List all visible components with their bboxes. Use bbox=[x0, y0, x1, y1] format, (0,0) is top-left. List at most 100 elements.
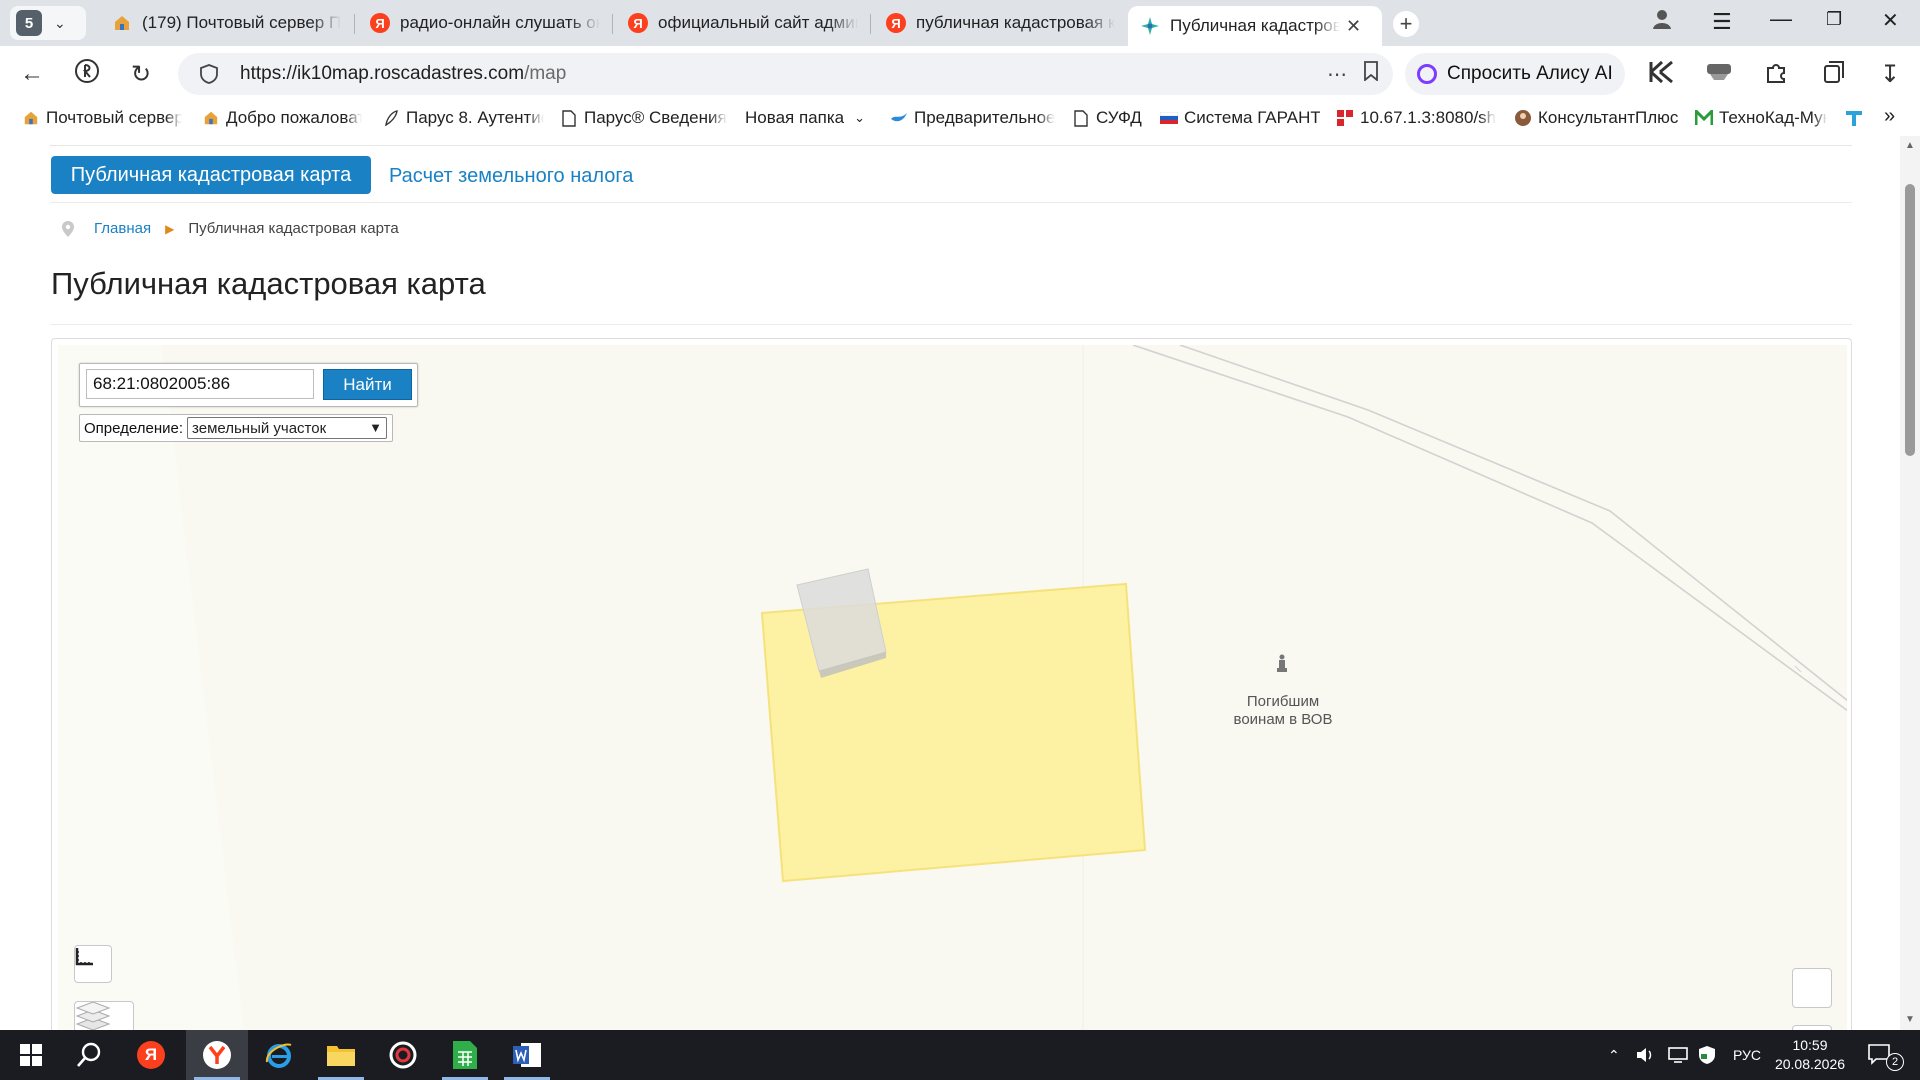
bookmark-item[interactable]: Парус 8. Аутентиф bbox=[382, 108, 544, 128]
layers-button[interactable] bbox=[74, 1001, 134, 1030]
bookmark-icon[interactable] bbox=[1363, 61, 1379, 87]
k-extension-icon[interactable] bbox=[1648, 60, 1674, 91]
tab-cadastral-map-active[interactable]: Публичная кадастрова ✕ bbox=[1128, 6, 1382, 46]
tab-admin-site[interactable]: Я официальный сайт админ bbox=[628, 6, 858, 40]
tray-chevron-up-icon[interactable]: ⌃ bbox=[1608, 1030, 1620, 1080]
divider bbox=[50, 324, 1852, 325]
definition-select[interactable]: земельный участок ▼ bbox=[187, 417, 388, 439]
puzzle-extensions-icon[interactable] bbox=[1764, 60, 1788, 91]
bookmark-item[interactable]: СУФД bbox=[1072, 108, 1142, 128]
profile-icon[interactable] bbox=[1652, 8, 1672, 36]
scroll-down-arrow-icon[interactable]: ▼ bbox=[1905, 1014, 1915, 1025]
reload-icon[interactable]: ↻ bbox=[131, 60, 151, 89]
bird-icon bbox=[890, 109, 908, 127]
map-frame: Погибшим воинам в ВОВ Найти Определение:… bbox=[51, 338, 1852, 1030]
monument-icon bbox=[1277, 654, 1287, 672]
house-icon bbox=[112, 13, 132, 33]
red-squares-icon bbox=[1336, 109, 1354, 127]
download-icon[interactable]: ↧ bbox=[1880, 60, 1900, 89]
new-tab-plus-icon[interactable]: + bbox=[1393, 11, 1419, 37]
clock-time: 10:59 bbox=[1792, 1037, 1828, 1053]
extension-badge-icon[interactable] bbox=[1706, 60, 1732, 89]
more-dots-icon[interactable]: ⋯ bbox=[1327, 62, 1347, 87]
bookmark-item[interactable]: Добро пожаловат bbox=[202, 108, 362, 128]
tab-mail[interactable]: (179) Почтовый сервер П bbox=[112, 6, 344, 40]
bookmark-item[interactable]: ТехноКад-Мун bbox=[1695, 108, 1827, 128]
restore-icon[interactable]: ❐ bbox=[1826, 9, 1842, 30]
bookmark-item[interactable]: Предварительное bbox=[890, 108, 1056, 128]
flag-icon bbox=[1160, 109, 1178, 127]
yandex-taskbar-icon[interactable]: Я bbox=[120, 1030, 182, 1080]
browser-toolbar: ← ↻ https://ik10map.roscadastres.com/map… bbox=[0, 46, 1920, 102]
more-bookmarks-icon[interactable]: » bbox=[1884, 105, 1895, 128]
map-graphics bbox=[58, 345, 1847, 1030]
house-icon bbox=[22, 109, 40, 127]
bookmark-item[interactable]: КонсультантПлюс bbox=[1514, 108, 1686, 128]
window-close-icon[interactable]: ✕ bbox=[1882, 8, 1899, 33]
breadcrumb: Главная ▶ Публичная кадастровая карта bbox=[62, 220, 399, 237]
cadastre-logo-icon bbox=[1140, 16, 1160, 36]
ruler-measure-button[interactable] bbox=[74, 945, 112, 983]
search-icon[interactable] bbox=[58, 1030, 120, 1080]
ask-alice-button[interactable]: Спросить Алису AI bbox=[1405, 53, 1625, 95]
cadastral-number-input[interactable] bbox=[86, 369, 314, 399]
internet-explorer-icon[interactable] bbox=[248, 1030, 310, 1080]
address-bar[interactable]: https://ik10map.roscadastres.com/map ⋯ bbox=[178, 53, 1393, 95]
word-icon[interactable] bbox=[496, 1030, 558, 1080]
url-text[interactable]: https://ik10map.roscadastres.com/map bbox=[240, 63, 566, 85]
bookmark-item[interactable]: Почтовый сервер bbox=[22, 108, 182, 128]
yandex-browser-taskbar-icon[interactable] bbox=[186, 1030, 248, 1080]
map-control-square-button[interactable] bbox=[1792, 968, 1832, 1008]
shield-icon[interactable] bbox=[200, 64, 218, 84]
divider bbox=[50, 202, 1852, 203]
page-scrollbar[interactable]: ▲ ▼ bbox=[1900, 136, 1920, 1030]
minimize-icon[interactable]: — bbox=[1770, 6, 1792, 32]
file-explorer-icon[interactable] bbox=[310, 1030, 372, 1080]
app-c-taskbar-icon[interactable] bbox=[372, 1030, 434, 1080]
road-tick bbox=[1794, 665, 1802, 673]
web-page: Публичная кадастровая карта Расчет земел… bbox=[0, 136, 1900, 1030]
scroll-up-arrow-icon[interactable]: ▲ bbox=[1905, 140, 1915, 151]
breadcrumb-arrow-icon: ▶ bbox=[165, 221, 175, 236]
defender-shield-icon[interactable] bbox=[1698, 1030, 1716, 1080]
notifications-button[interactable]: 2 bbox=[1868, 1030, 1912, 1080]
notification-count-badge: 2 bbox=[1886, 1053, 1904, 1071]
feather-icon bbox=[382, 109, 400, 127]
tab-counter-button[interactable]: 5 ⌄ bbox=[10, 6, 86, 40]
document-icon bbox=[1072, 109, 1090, 127]
divider bbox=[50, 145, 1852, 146]
back-arrow-icon[interactable]: ← bbox=[20, 60, 44, 88]
scrollbar-thumb[interactable] bbox=[1905, 184, 1915, 456]
menu-icon[interactable]: ☰ bbox=[1712, 9, 1732, 35]
tab-cadastral-search[interactable]: Я публичная кадастровая к bbox=[886, 6, 1116, 40]
system-clock[interactable]: 10:59 20.08.2026 bbox=[1770, 1036, 1850, 1074]
tab-title: публичная кадастровая к bbox=[916, 13, 1116, 32]
bookmark-item[interactable]: 10.67.1.3:8080/sh bbox=[1336, 108, 1498, 128]
find-button[interactable]: Найти bbox=[323, 369, 412, 400]
ruler-icon bbox=[75, 948, 93, 966]
road-line bbox=[1132, 345, 1847, 712]
spreadsheet-icon[interactable] bbox=[434, 1030, 496, 1080]
nav-land-tax-calculation[interactable]: Расчет земельного налога bbox=[389, 165, 633, 188]
nav-cadastral-map[interactable]: Публичная кадастровая карта bbox=[51, 156, 371, 194]
bookmark-folder-new[interactable]: Новая папка ⌄ bbox=[745, 108, 869, 128]
collections-icon[interactable] bbox=[1822, 60, 1846, 91]
chevron-down-icon: ▼ bbox=[369, 420, 383, 435]
volume-icon[interactable] bbox=[1636, 1030, 1656, 1080]
bookmark-item[interactable]: Парус® Сведения bbox=[560, 108, 728, 128]
bookmark-item[interactable]: Система ГАРАНТ bbox=[1160, 108, 1320, 128]
tab-separator bbox=[870, 14, 871, 34]
breadcrumb-home-link[interactable]: Главная bbox=[94, 220, 151, 237]
windows-start-icon[interactable] bbox=[0, 1030, 62, 1080]
tab-close-icon[interactable]: ✕ bbox=[1346, 16, 1361, 37]
tab-radio[interactable]: Я радио-онлайн слушать он bbox=[370, 6, 600, 40]
language-indicator[interactable]: РУС bbox=[1733, 1030, 1761, 1080]
map-canvas[interactable]: Погибшим воинам в ВОВ Найти Определение:… bbox=[58, 345, 1847, 1030]
location-pin-icon bbox=[62, 220, 74, 237]
network-icon[interactable] bbox=[1668, 1030, 1688, 1080]
bookmark-t-icon[interactable] bbox=[1844, 108, 1866, 128]
yandex-icon: Я bbox=[628, 13, 648, 33]
cadastral-search-panel: Найти bbox=[79, 363, 418, 407]
windows-taskbar: Я ⌃ РУС 10:59 20.08.2026 2 bbox=[0, 1030, 1920, 1080]
yandex-y-icon[interactable] bbox=[74, 58, 100, 91]
